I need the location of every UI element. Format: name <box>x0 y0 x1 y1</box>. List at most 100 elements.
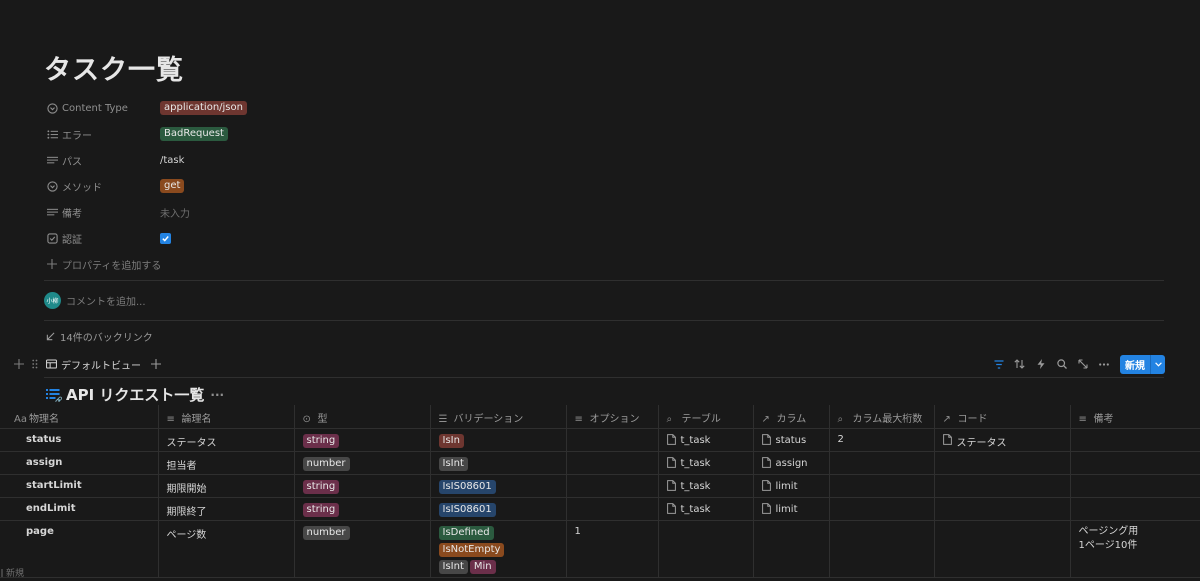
cell-option[interactable]: 1 <box>566 520 659 578</box>
property-auth[interactable]: 認証 <box>46 225 466 251</box>
cell-column[interactable]: status <box>753 428 830 452</box>
cell-type[interactable]: string <box>294 428 431 452</box>
chevron-down-icon[interactable] <box>1150 354 1165 374</box>
cell-option[interactable] <box>566 474 659 498</box>
cell-type[interactable]: number <box>294 451 431 475</box>
cell-column[interactable]: limit <box>753 497 830 521</box>
cell-option[interactable] <box>566 497 659 521</box>
method-tag[interactable]: get <box>160 179 185 193</box>
content-type-tag[interactable]: application/json <box>160 101 247 115</box>
comment-box[interactable]: 小柳 コメントを追加... <box>44 292 146 309</box>
cell-code[interactable]: ステータス <box>934 428 1071 452</box>
new-record-button[interactable]: 新規 <box>1120 354 1165 374</box>
cell-code[interactable] <box>934 474 1071 498</box>
cell-note[interactable] <box>1070 497 1200 521</box>
cell-column[interactable]: limit <box>753 474 830 498</box>
more-options-icon[interactable]: ··· <box>210 388 224 402</box>
cell-note[interactable] <box>1070 474 1200 498</box>
cell-table[interactable]: t_task <box>658 474 754 498</box>
filter-icon[interactable] <box>988 354 1009 374</box>
database-title-text[interactable]: API リクエスト一覧 <box>66 384 204 405</box>
add-view-plus-icon[interactable] <box>151 359 161 369</box>
column-header[interactable]: ↗ コード <box>934 405 1071 429</box>
cell-option[interactable] <box>566 428 659 452</box>
sort-icon[interactable] <box>1009 354 1030 374</box>
cell-logical-name[interactable]: ページ数 <box>158 520 295 578</box>
lightning-icon[interactable] <box>1030 354 1051 374</box>
cell-physical-name[interactable]: assign <box>0 451 159 475</box>
tab-default-view[interactable]: デフォルトビュー <box>46 357 141 372</box>
column-header[interactable]: ☰ バリデーション <box>430 405 567 429</box>
validation-tag: IsNotEmpty <box>438 542 505 557</box>
add-row-button[interactable]: 新規 <box>0 566 24 579</box>
cell-table[interactable]: t_task <box>658 497 754 521</box>
search-icon[interactable] <box>1051 354 1072 374</box>
expand-icon[interactable] <box>1072 354 1093 374</box>
cell-validation[interactable]: IsInt <box>430 451 567 475</box>
cell-note[interactable] <box>1070 451 1200 475</box>
property-path[interactable]: パス /task <box>46 147 466 173</box>
validation-tag: IsDefined <box>438 525 494 540</box>
cell-type[interactable]: string <box>294 497 431 521</box>
cell-code[interactable] <box>934 497 1071 521</box>
auth-checkbox[interactable] <box>160 232 171 244</box>
cell-physical-name[interactable]: startLimit <box>0 474 159 498</box>
column-header[interactable]: ≡ 備考 <box>1070 405 1200 429</box>
column-header[interactable]: ↗ カラム <box>753 405 830 429</box>
property-note[interactable]: 備考 未入力 <box>46 199 466 225</box>
column-header[interactable]: ⊙ 型 <box>294 405 431 429</box>
cell-validation[interactable]: IsIn <box>430 428 567 452</box>
path-value[interactable]: /task <box>160 155 184 166</box>
cell-logical-name[interactable]: 期限開始 <box>158 474 295 498</box>
column-header[interactable]: ⌕ テーブル <box>658 405 754 429</box>
cell-max-digits[interactable] <box>829 497 935 521</box>
backlinks-link[interactable]: 14件のバックリンク <box>46 329 153 344</box>
cell-column[interactable]: assign <box>753 451 830 475</box>
column-header[interactable]: ⌕ カラム最大桁数 <box>829 405 935 429</box>
table-row[interactable]: assign 担当者 number IsInt t_task assign <box>0 451 1200 475</box>
column-header[interactable]: Aa 物理名 <box>0 405 159 429</box>
error-tag[interactable]: BadRequest <box>160 127 228 141</box>
table-row[interactable]: startLimit 期限開始 string IsIS08601 t_task … <box>0 474 1200 498</box>
cell-table[interactable]: t_task <box>658 451 754 475</box>
text-icon <box>46 154 58 166</box>
cell-table[interactable] <box>658 520 754 578</box>
add-property-button[interactable]: プロパティを追加する <box>46 251 466 277</box>
cell-max-digits[interactable] <box>829 451 935 475</box>
cell-logical-name[interactable]: ステータス <box>158 428 295 452</box>
cell-logical-name[interactable]: 期限終了 <box>158 497 295 521</box>
table-row[interactable]: page ページ数 number IsDefinedIsNotEmpty IsI… <box>0 520 1200 578</box>
property-error[interactable]: エラー BadRequest <box>46 121 466 147</box>
plus-icon[interactable] <box>14 359 24 369</box>
cell-code[interactable] <box>934 520 1071 578</box>
property-content-type[interactable]: Content Type application/json <box>46 95 466 121</box>
table-row[interactable]: endLimit 期限終了 string IsIS08601 t_task li… <box>0 497 1200 521</box>
cell-validation[interactable]: IsIS08601 <box>430 474 567 498</box>
cell-code[interactable] <box>934 451 1071 475</box>
cell-max-digits[interactable]: 2 <box>829 428 935 452</box>
cell-note[interactable]: ページング用 1ページ10件 <box>1070 520 1200 578</box>
cell-option[interactable] <box>566 451 659 475</box>
column-header[interactable]: ≡ オプション <box>566 405 659 429</box>
comment-input[interactable]: コメントを追加... <box>66 293 146 308</box>
cell-validation[interactable]: IsDefined IsNotEmpty IsInt Min <box>430 520 567 578</box>
cell-max-digits[interactable] <box>829 520 935 578</box>
table-row[interactable]: status ステータス string IsIn t_task status 2… <box>0 428 1200 452</box>
drag-handle-icon[interactable] <box>32 359 38 369</box>
more-options-icon[interactable] <box>1093 354 1114 374</box>
cell-table[interactable]: t_task <box>658 428 754 452</box>
cell-type[interactable]: string <box>294 474 431 498</box>
property-method[interactable]: メソッド get <box>46 173 466 199</box>
cell-note[interactable] <box>1070 428 1200 452</box>
cell-validation[interactable]: IsIS08601 <box>430 497 567 521</box>
cell-type[interactable]: number <box>294 520 431 578</box>
cell-physical-name[interactable]: endLimit <box>0 497 159 521</box>
column-header[interactable]: ≡ 論理名 <box>158 405 295 429</box>
cell-physical-name[interactable]: status <box>0 428 159 452</box>
cell-column[interactable] <box>753 520 830 578</box>
note-empty-value[interactable]: 未入力 <box>160 205 190 220</box>
validation-tag: IsInt <box>438 456 468 471</box>
cell-max-digits[interactable] <box>829 474 935 498</box>
new-button-label: 新規 <box>1125 360 1145 372</box>
cell-logical-name[interactable]: 担当者 <box>158 451 295 475</box>
